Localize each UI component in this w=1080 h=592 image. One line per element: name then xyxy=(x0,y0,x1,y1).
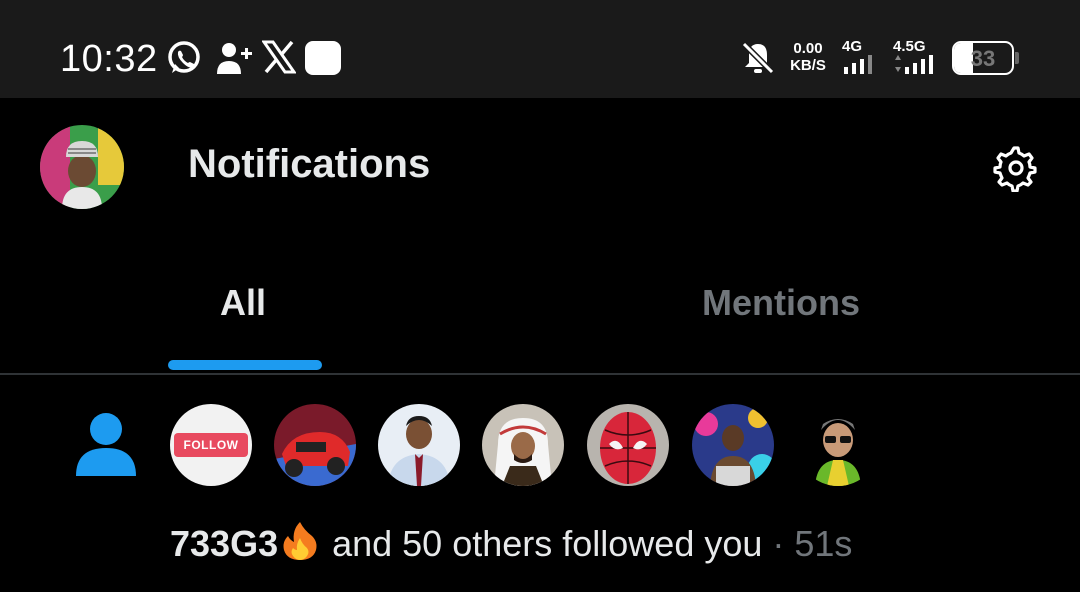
network-type-1: 4G xyxy=(842,38,863,55)
follow-badge: FOLLOW xyxy=(170,404,252,486)
battery-percent: 33 xyxy=(970,46,996,71)
active-tab-indicator xyxy=(168,360,322,370)
follower-avatar[interactable] xyxy=(692,404,774,486)
follower-avatar[interactable]: FOLLOW xyxy=(170,404,252,486)
tabs-divider xyxy=(0,373,1080,375)
tab-mentions[interactable]: Mentions xyxy=(702,282,860,324)
follower-avatar-image xyxy=(482,404,564,486)
profile-avatar-image xyxy=(40,125,124,209)
battery-tip xyxy=(1015,52,1019,64)
notification-message: and 50 others followed you xyxy=(322,523,763,564)
notification-time: 51s xyxy=(794,523,853,564)
follower-avatar-image xyxy=(378,404,460,486)
follower-avatar[interactable] xyxy=(587,404,669,486)
profile-avatar[interactable] xyxy=(40,125,124,209)
page-title: Notifications xyxy=(188,142,431,186)
x-logo-icon xyxy=(262,40,296,74)
follower-avatar[interactable] xyxy=(482,404,564,486)
person-follow-icon xyxy=(76,413,136,476)
fire-emoji-icon xyxy=(283,522,317,560)
battery-icon: 33 xyxy=(952,41,1014,75)
whatsapp-icon xyxy=(168,41,200,73)
network-speed: 0.00 KB/S xyxy=(786,40,830,74)
status-bar: 10:32 0.00 KB/S 4G 4.5G 33 xyxy=(0,0,1080,98)
tab-all[interactable]: All xyxy=(220,282,266,324)
signal-icon xyxy=(844,55,872,74)
add-user-icon xyxy=(217,43,252,74)
follower-avatar[interactable] xyxy=(378,404,460,486)
notification-username[interactable]: 733G3 xyxy=(170,523,278,564)
follower-avatar-image xyxy=(692,404,774,486)
app-notification-icon xyxy=(305,41,341,75)
settings-gear-icon[interactable] xyxy=(990,144,1038,192)
network-speed-value: 0.00 xyxy=(793,40,823,57)
follower-avatar-image xyxy=(797,404,879,486)
signal-icon-2 xyxy=(895,55,933,74)
network-type-2: 4.5G xyxy=(893,38,926,55)
follower-avatar-image xyxy=(587,404,669,486)
follower-avatar[interactable] xyxy=(274,404,356,486)
follow-badge-text: FOLLOW xyxy=(173,433,249,457)
follower-avatar-image xyxy=(274,404,356,486)
follower-avatar[interactable] xyxy=(797,404,879,486)
notification-separator: · xyxy=(762,523,795,564)
notification-text[interactable]: 733G3 and 50 others followed you · 51s xyxy=(170,520,852,565)
network-speed-unit: KB/S xyxy=(790,57,826,74)
status-time: 10:32 xyxy=(60,38,158,80)
bell-muted-icon xyxy=(741,41,775,75)
